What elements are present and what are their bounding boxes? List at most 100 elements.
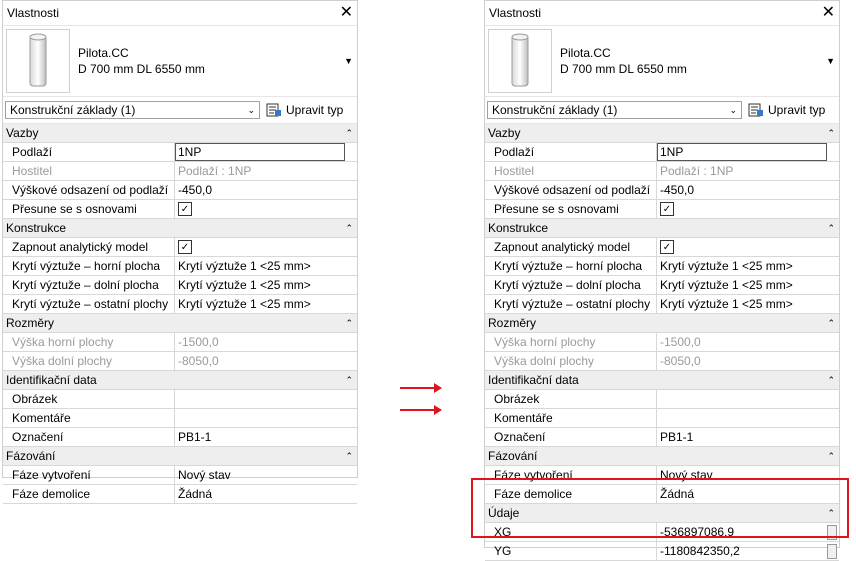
- collapse-icon[interactable]: ⌃: [345, 128, 353, 139]
- property-name: Krytí výztuže – ostatní plochy: [3, 295, 175, 313]
- property-value-text: Krytí výztuže 1 <25 mm>: [178, 259, 311, 273]
- close-icon[interactable]: ✕: [822, 5, 835, 21]
- edit-type-icon: [266, 103, 281, 117]
- property-value[interactable]: [175, 390, 357, 408]
- property-row: Zapnout analytický model ✓: [3, 238, 357, 257]
- property-row: Krytí výztuže – ostatní plochy Krytí výzt…: [3, 295, 357, 314]
- property-value[interactable]: Krytí výztuže 1 <25 mm>: [175, 257, 357, 275]
- section-title: Identifikační data: [6, 373, 97, 387]
- property-value-text: -8050,0: [660, 354, 701, 368]
- type-selector[interactable]: Pilota.CC D 700 mm DL 6550 mm ▼: [485, 26, 839, 97]
- collapse-icon[interactable]: ⌃: [827, 318, 835, 329]
- property-name: Přesune se s osnovami: [3, 200, 175, 218]
- property-value[interactable]: Žádná: [175, 485, 357, 503]
- edit-type-button[interactable]: Upravit typ: [748, 103, 825, 117]
- properties-panel-right: Vlastnosti ✕ Pilota.CC D 700 mm DL 6550 …: [484, 0, 840, 561]
- property-value[interactable]: ✓: [657, 238, 839, 256]
- property-value-text: -450,0: [660, 183, 695, 197]
- property-value[interactable]: 1NP: [657, 143, 827, 161]
- section-header[interactable]: Rozměry ⌃: [485, 314, 839, 333]
- instance-filter-select[interactable]: Konstrukční základy (1) ⌄: [487, 101, 742, 119]
- collapse-icon[interactable]: ⌃: [827, 223, 835, 234]
- type-selector[interactable]: Pilota.CC D 700 mm DL 6550 mm ▼: [3, 26, 357, 97]
- checkbox[interactable]: ✓: [660, 240, 674, 254]
- section-title: Identifikační data: [488, 373, 579, 387]
- section-header[interactable]: Fázování ⌃: [3, 447, 357, 466]
- panel-titlebar: Vlastnosti ✕: [3, 1, 357, 26]
- property-value[interactable]: Nový stav: [175, 466, 357, 484]
- property-name: Krytí výztuže – horní plocha: [3, 257, 175, 275]
- property-value[interactable]: PB1-1: [657, 428, 839, 446]
- property-value[interactable]: Krytí výztuže 1 <25 mm>: [657, 257, 839, 275]
- edit-type-button[interactable]: Upravit typ: [266, 103, 343, 117]
- property-value[interactable]: -1180842350,2: [657, 542, 839, 560]
- property-value[interactable]: [657, 409, 839, 427]
- property-value[interactable]: Krytí výztuže 1 <25 mm>: [175, 276, 357, 294]
- property-value-text: PB1-1: [660, 430, 694, 444]
- property-name: Krytí výztuže – horní plocha: [485, 257, 657, 275]
- property-value-text: 1NP: [178, 145, 202, 159]
- section-header[interactable]: Konstrukce ⌃: [3, 219, 357, 238]
- checkbox[interactable]: ✓: [660, 202, 674, 216]
- property-name: Zapnout analytický model: [485, 238, 657, 256]
- collapse-icon[interactable]: ⌃: [345, 375, 353, 386]
- property-name: Podlaží: [3, 143, 175, 161]
- property-value[interactable]: Krytí výztuže 1 <25 mm>: [657, 295, 839, 313]
- section-header[interactable]: Identifikační data ⌃: [485, 371, 839, 390]
- property-value: Podlaží : 1NP: [657, 162, 839, 180]
- property-value-text: Podlaží : 1NP: [660, 164, 734, 178]
- property-value: Podlaží : 1NP: [175, 162, 357, 180]
- property-value[interactable]: Krytí výztuže 1 <25 mm>: [175, 295, 357, 313]
- property-name: Krytí výztuže – dolní plocha: [3, 276, 175, 294]
- section-header[interactable]: Fázování ⌃: [485, 447, 839, 466]
- section-header[interactable]: Rozměry ⌃: [3, 314, 357, 333]
- chevron-down-icon[interactable]: ▼: [826, 56, 835, 66]
- property-row: Označení PB1-1: [485, 428, 839, 447]
- property-value-text: PB1-1: [178, 430, 212, 444]
- property-value[interactable]: [657, 390, 839, 408]
- property-value[interactable]: ✓: [657, 200, 839, 218]
- property-row: Krytí výztuže – dolní plocha Krytí výztuž…: [485, 276, 839, 295]
- property-value[interactable]: Krytí výztuže 1 <25 mm>: [657, 276, 839, 294]
- property-name: Výška dolní plochy: [485, 352, 657, 370]
- section-title: Rozměry: [6, 316, 55, 330]
- pile-icon: [29, 33, 47, 87]
- chevron-down-icon[interactable]: ▼: [344, 56, 353, 66]
- property-value[interactable]: ✓: [175, 238, 357, 256]
- property-value: -8050,0: [657, 352, 839, 370]
- section-header[interactable]: Konstrukce ⌃: [485, 219, 839, 238]
- close-icon[interactable]: ✕: [340, 5, 353, 21]
- collapse-icon[interactable]: ⌃: [345, 223, 353, 234]
- cell-button[interactable]: [827, 543, 837, 559]
- property-value[interactable]: ✓: [175, 200, 357, 218]
- property-row: YG -1180842350,2: [485, 542, 839, 561]
- section-title: Vazby: [488, 126, 521, 140]
- property-name: Výškové odsazení od podlaží: [485, 181, 657, 199]
- property-value-text: -1180842350,2: [660, 544, 740, 558]
- collapse-icon[interactable]: ⌃: [345, 318, 353, 329]
- collapse-icon[interactable]: ⌃: [827, 451, 835, 462]
- property-row: Krytí výztuže – ostatní plochy Krytí výzt…: [485, 295, 839, 314]
- collapse-icon[interactable]: ⌃: [827, 375, 835, 386]
- property-name: Označení: [3, 428, 175, 446]
- section-header[interactable]: Vazby ⌃: [3, 124, 357, 143]
- panel-title: Vlastnosti: [7, 6, 60, 20]
- collapse-icon[interactable]: ⌃: [345, 451, 353, 462]
- collapse-icon[interactable]: ⌃: [827, 128, 835, 139]
- property-value-text: Krytí výztuže 1 <25 mm>: [660, 297, 793, 311]
- property-name: Fáze vytvoření: [3, 466, 175, 484]
- property-value[interactable]: PB1-1: [175, 428, 357, 446]
- property-value[interactable]: [175, 409, 357, 427]
- property-value[interactable]: -450,0: [657, 181, 839, 199]
- property-value[interactable]: -450,0: [175, 181, 357, 199]
- checkbox[interactable]: ✓: [178, 202, 192, 216]
- instance-filter-select[interactable]: Konstrukční základy (1) ⌄: [5, 101, 260, 119]
- property-value-text: -1500,0: [660, 335, 701, 349]
- section-header[interactable]: Identifikační data ⌃: [3, 371, 357, 390]
- checkbox[interactable]: ✓: [178, 240, 192, 254]
- property-name: Komentáře: [485, 409, 657, 427]
- property-value[interactable]: 1NP: [175, 143, 345, 161]
- property-value-text: Krytí výztuže 1 <25 mm>: [178, 278, 311, 292]
- property-row: Přesune se s osnovami ✓: [3, 200, 357, 219]
- section-header[interactable]: Vazby ⌃: [485, 124, 839, 143]
